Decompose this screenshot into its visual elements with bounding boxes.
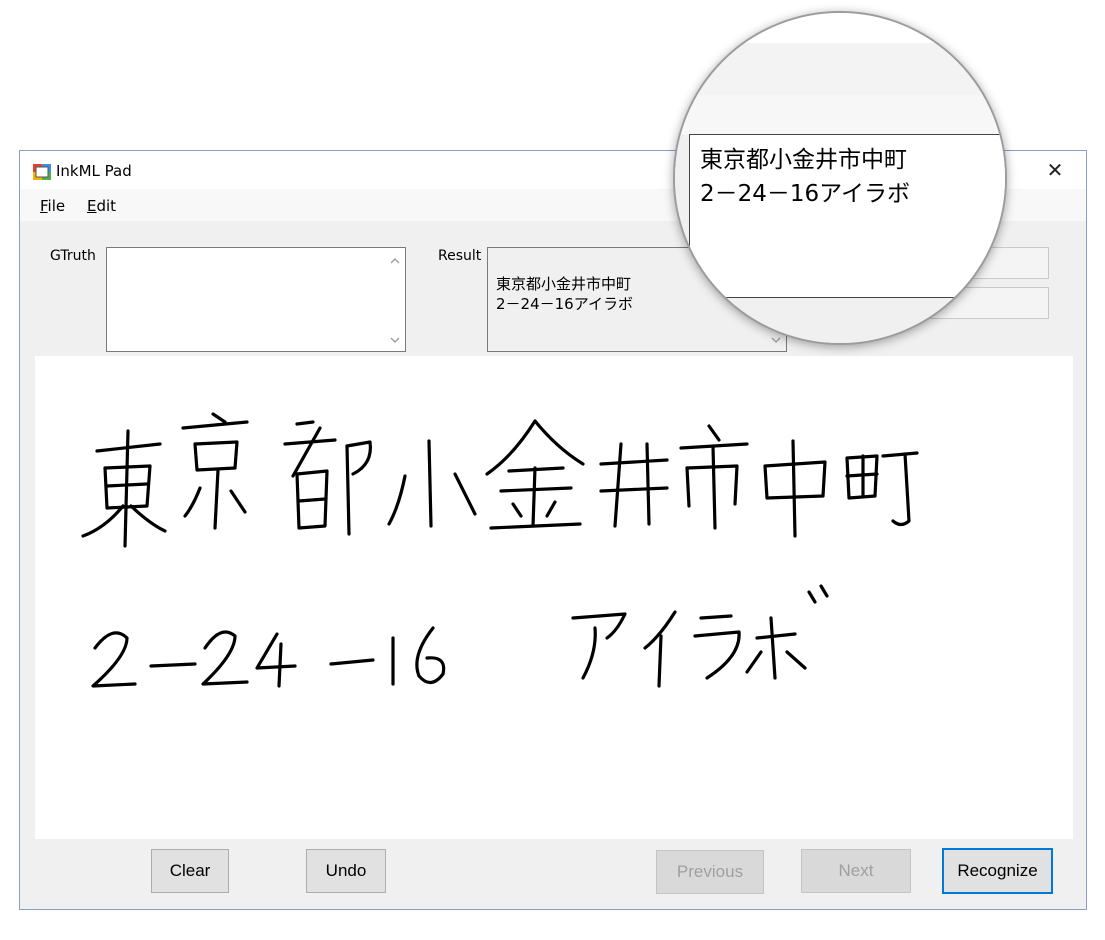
undo-button[interactable]: Undo: [306, 849, 386, 893]
magnifier-bg-top: [675, 13, 1005, 43]
ink-canvas[interactable]: [35, 356, 1073, 839]
result-text: 東京都小金井市中町 2－24－16アイラボ: [496, 275, 633, 313]
result-label: Result: [438, 248, 482, 264]
gtruth-textbox[interactable]: [106, 247, 406, 352]
close-button[interactable]: ✕: [1032, 151, 1078, 189]
scroll-up-icon[interactable]: [389, 256, 401, 266]
menu-file-rest: ile: [47, 197, 66, 215]
menu-file-accel: F: [40, 197, 48, 215]
clear-button[interactable]: Clear: [151, 849, 229, 893]
scroll-down-icon[interactable]: [389, 335, 401, 345]
magnifier-bg-titlebar: [675, 43, 1005, 95]
magnified-result-text: 東京都小金井市中町 2－24－16アイラボ: [689, 134, 1005, 298]
handwriting-ink: [81, 412, 919, 688]
magnifier-bg-menubar: [675, 95, 1005, 135]
next-button[interactable]: Next: [801, 849, 911, 893]
window-title: InkML Pad: [56, 162, 132, 180]
gtruth-label: GTruth: [50, 248, 96, 264]
menu-file[interactable]: File: [40, 197, 65, 215]
previous-button[interactable]: Previous: [656, 850, 764, 894]
recognize-button[interactable]: Recognize: [942, 848, 1053, 894]
menu-edit[interactable]: Edit: [87, 197, 116, 215]
menu-edit-rest: dit: [96, 197, 117, 215]
app-icon: [33, 164, 51, 180]
zoom-magnifier: 東京都小金井市中町 2－24－16アイラボ: [673, 11, 1007, 345]
